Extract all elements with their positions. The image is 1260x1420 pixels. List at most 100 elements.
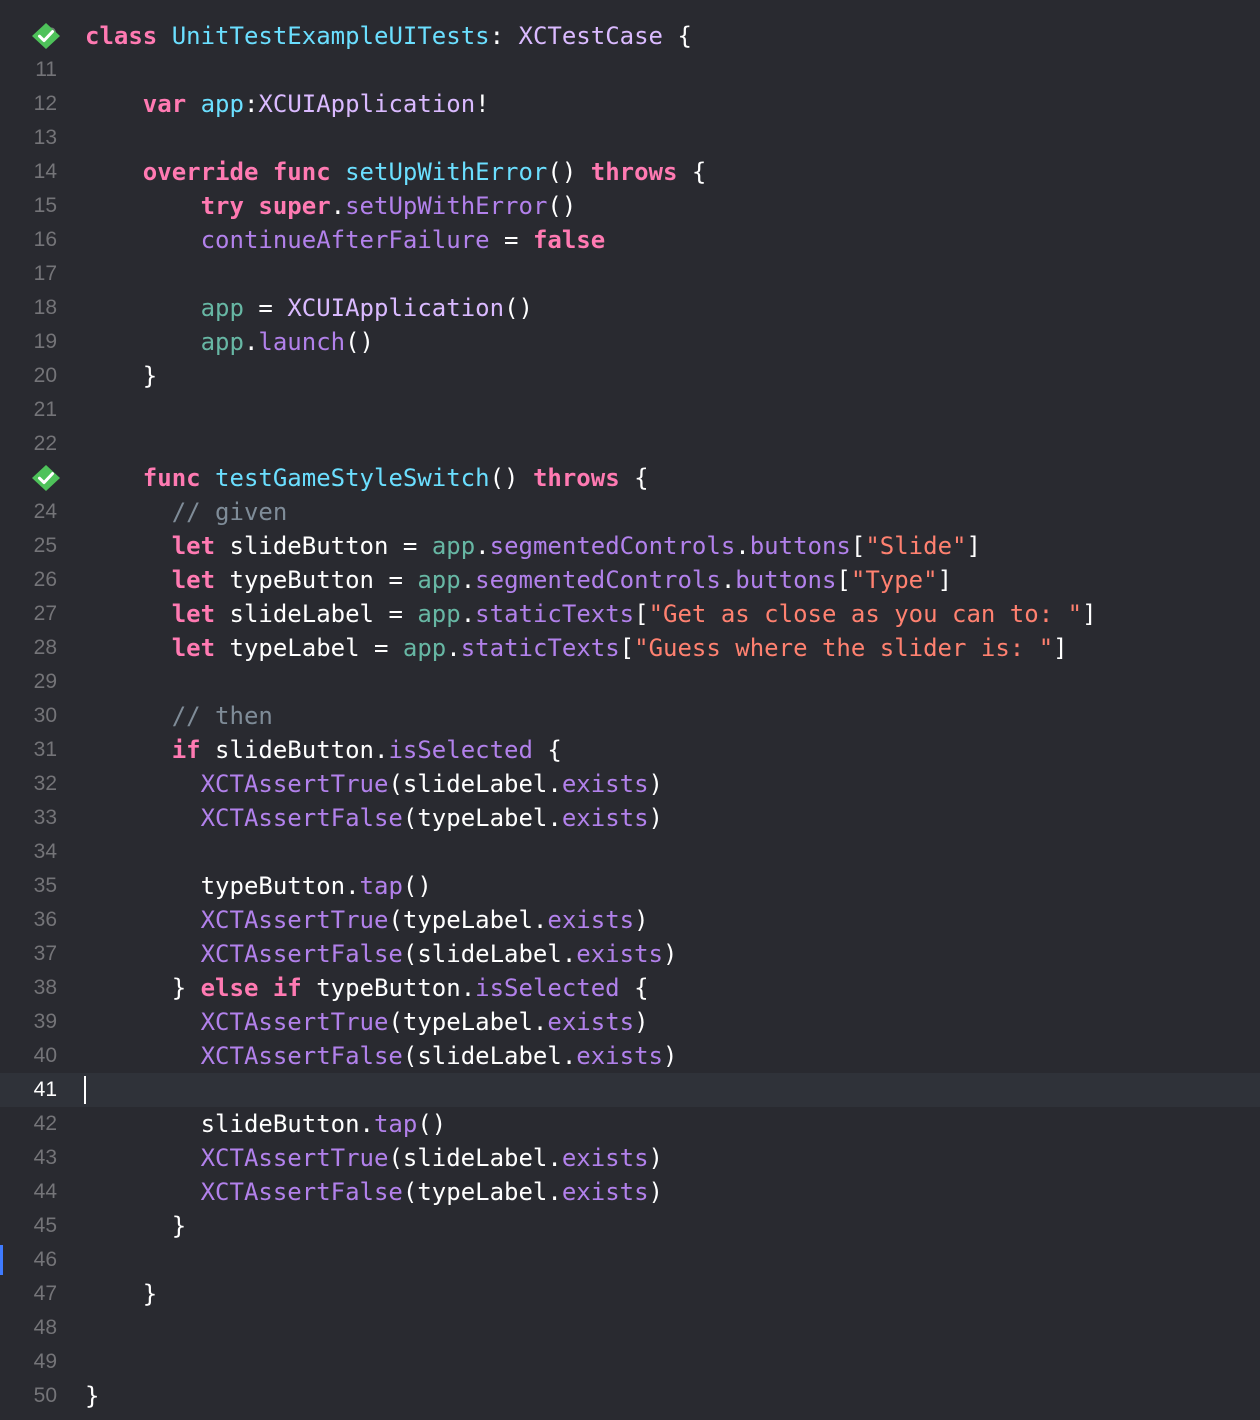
code-line[interactable]: func testGameStyleSwitch() throws { <box>0 461 1260 495</box>
code-text[interactable]: class UnitTestExampleUITests: XCTestCase… <box>85 19 692 53</box>
code-line[interactable]: 26 let typeButton = app.segmentedControl… <box>0 563 1260 597</box>
code-line[interactable]: 35 typeButton.tap() <box>0 869 1260 903</box>
code-token: app <box>417 600 461 628</box>
code-text[interactable]: let typeButton = app.segmentedControls.b… <box>85 563 952 597</box>
code-token: slideButton = <box>215 532 432 560</box>
code-text[interactable]: } <box>85 1379 99 1413</box>
line-number: 46 <box>33 1248 57 1271</box>
line-number: 17 <box>33 262 57 285</box>
test-passed-diamond-icon[interactable] <box>31 22 61 50</box>
code-line[interactable]: 34 <box>0 835 1260 869</box>
code-line[interactable]: class UnitTestExampleUITests: XCTestCase… <box>0 19 1260 53</box>
code-token: () <box>489 464 533 492</box>
code-text[interactable]: XCTAssertFalse(slideLabel.exists) <box>85 937 678 971</box>
code-line[interactable]: 37 XCTAssertFalse(slideLabel.exists) <box>0 937 1260 971</box>
code-token: exists <box>547 906 635 934</box>
code-text[interactable]: XCTAssertTrue(typeLabel.exists) <box>85 1005 649 1039</box>
code-line[interactable]: 45 } <box>0 1209 1260 1243</box>
code-token: () <box>547 158 591 186</box>
code-text[interactable]: // then <box>85 699 273 733</box>
code-line[interactable]: 31 if slideButton.isSelected { <box>0 733 1260 767</box>
code-text[interactable]: // given <box>85 495 288 529</box>
code-token: slideButton. <box>85 1110 374 1138</box>
code-text[interactable]: let typeLabel = app.staticTexts["Guess w… <box>85 631 1068 665</box>
code-line[interactable]: 49 <box>0 1345 1260 1379</box>
code-text[interactable]: app = XCUIApplication() <box>85 291 533 325</box>
code-line[interactable]: 30 // then <box>0 699 1260 733</box>
code-text[interactable]: XCTAssertTrue(slideLabel.exists) <box>85 1141 663 1175</box>
line-number: 20 <box>33 364 57 387</box>
code-line[interactable]: 44 XCTAssertFalse(typeLabel.exists) <box>0 1175 1260 1209</box>
code-token: { <box>619 464 649 492</box>
code-line[interactable]: 33 XCTAssertFalse(typeLabel.exists) <box>0 801 1260 835</box>
code-token: [ <box>634 600 649 628</box>
code-text[interactable]: let slideLabel = app.staticTexts["Get as… <box>85 597 1097 631</box>
code-token: var <box>142 90 187 118</box>
code-line[interactable]: 17 <box>0 257 1260 291</box>
code-text[interactable]: XCTAssertFalse(slideLabel.exists) <box>85 1039 678 1073</box>
code-line[interactable]: 14 override func setUpWithError() throws… <box>0 155 1260 189</box>
code-text[interactable]: let slideButton = app.segmentedControls.… <box>85 529 981 563</box>
code-line[interactable]: 25 let slideButton = app.segmentedContro… <box>0 529 1260 563</box>
code-line[interactable]: 36 XCTAssertTrue(typeLabel.exists) <box>0 903 1260 937</box>
code-text[interactable]: if slideButton.isSelected { <box>85 733 562 767</box>
code-line[interactable]: 29 <box>0 665 1260 699</box>
code-line[interactable]: 47 } <box>0 1277 1260 1311</box>
code-line[interactable]: 32 XCTAssertTrue(slideLabel.exists) <box>0 767 1260 801</box>
code-text[interactable]: continueAfterFailure = false <box>85 223 606 257</box>
code-text[interactable]: } <box>85 1209 186 1243</box>
code-text[interactable]: XCTAssertFalse(typeLabel.exists) <box>85 1175 663 1209</box>
code-line[interactable]: 39 XCTAssertTrue(typeLabel.exists) <box>0 1005 1260 1039</box>
code-line[interactable]: 21 <box>0 393 1260 427</box>
code-line[interactable]: 27 let slideLabel = app.staticTexts["Get… <box>0 597 1260 631</box>
code-line[interactable]: 28 let typeLabel = app.staticTexts["Gues… <box>0 631 1260 665</box>
code-line[interactable]: 20 } <box>0 359 1260 393</box>
code-text[interactable]: func testGameStyleSwitch() throws { <box>85 461 649 495</box>
code-text[interactable]: override func setUpWithError() throws { <box>85 155 707 189</box>
code-line[interactable]: 40 XCTAssertFalse(slideLabel.exists) <box>0 1039 1260 1073</box>
code-line[interactable]: 13 <box>0 121 1260 155</box>
code-line[interactable]: 22 <box>0 427 1260 461</box>
line-number: 11 <box>35 58 57 81</box>
code-text[interactable]: var app:XCUIApplication! <box>85 87 490 121</box>
code-line-partial[interactable]: 9 <box>0 0 1260 47</box>
code-text[interactable]: typeButton.tap() <box>85 869 432 903</box>
code-token: exists <box>576 940 663 968</box>
code-token: [ <box>619 634 635 662</box>
code-token: { <box>619 974 649 1002</box>
code-line[interactable]: 42 slideButton.tap() <box>0 1107 1260 1141</box>
code-line[interactable]: 19 app.launch() <box>0 325 1260 359</box>
code-editor[interactable]: 9 class UnitTestExampleUITests: XCTestCa… <box>0 0 1260 1420</box>
code-line[interactable]: 12 var app:XCUIApplication! <box>0 87 1260 121</box>
code-line[interactable]: 46 <box>0 1243 1260 1277</box>
code-line[interactable]: 18 app = XCUIApplication() <box>0 291 1260 325</box>
code-line[interactable]: 50} <box>0 1379 1260 1413</box>
code-line[interactable]: 16 continueAfterFailure = false <box>0 223 1260 257</box>
code-line[interactable]: 43 XCTAssertTrue(slideLabel.exists) <box>0 1141 1260 1175</box>
code-line[interactable]: 24 // given <box>0 495 1260 529</box>
code-line[interactable]: 48 <box>0 1311 1260 1345</box>
code-line-current[interactable]: 41 <box>0 1073 1260 1107</box>
line-number: 26 <box>33 568 57 591</box>
code-text[interactable]: slideButton.tap() <box>85 1107 447 1141</box>
code-token: [ <box>836 566 851 594</box>
code-line[interactable]: 38 } else if typeButton.isSelected { <box>0 971 1260 1005</box>
code-token: } <box>85 974 201 1002</box>
line-number: 15 <box>33 194 57 217</box>
code-text[interactable]: try super.setUpWithError() <box>85 189 577 223</box>
code-text[interactable]: XCTAssertTrue(slideLabel.exists) <box>85 767 663 801</box>
code-token: typeButton. <box>301 974 476 1002</box>
code-token: staticTexts <box>475 600 635 628</box>
code-line[interactable]: 11 <box>0 53 1260 87</box>
test-passed-diamond-icon[interactable] <box>31 464 61 492</box>
code-text[interactable]: } else if typeButton.isSelected { <box>85 971 649 1005</box>
code-line[interactable]: 15 try super.setUpWithError() <box>0 189 1260 223</box>
code-text[interactable]: XCTAssertFalse(typeLabel.exists) <box>85 801 663 835</box>
code-text[interactable]: app.launch() <box>85 325 374 359</box>
code-text[interactable]: XCTAssertTrue(typeLabel.exists) <box>85 903 649 937</box>
code-text[interactable]: } <box>85 359 157 393</box>
code-text[interactable]: } <box>85 1277 157 1311</box>
